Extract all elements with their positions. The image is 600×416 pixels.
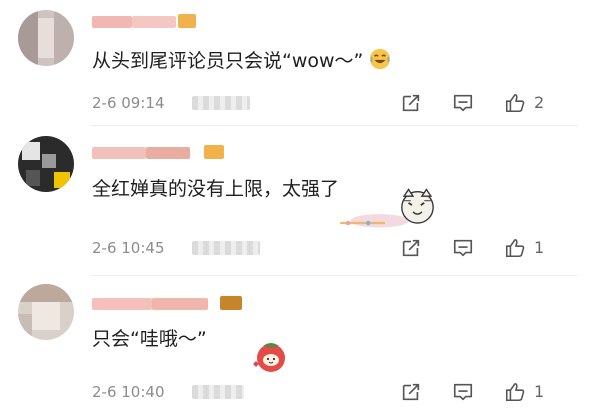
avatar[interactable] bbox=[18, 136, 74, 192]
username[interactable] bbox=[92, 145, 232, 161]
comment-icon bbox=[453, 239, 473, 257]
comment-text: 只会“哇哦～” bbox=[92, 326, 207, 352]
location-info bbox=[192, 96, 250, 110]
comment-item: 从头到尾评论员只会说“wow～” 2-6 09:14 2 bbox=[0, 0, 600, 125]
comment-text-content: 全红婵真的没有上限，太强了 bbox=[92, 178, 340, 200]
comment-meta: 2-6 09:14 2 bbox=[92, 92, 592, 114]
comment-icon bbox=[453, 383, 473, 401]
comment-button[interactable] bbox=[452, 92, 474, 114]
strawberry-sticker-icon bbox=[253, 343, 285, 372]
comment-icon bbox=[453, 94, 473, 112]
share-icon bbox=[402, 383, 420, 401]
comment-meta: 2-6 10:40 1 bbox=[92, 381, 592, 403]
comment-text-content: 只会“哇哦～” bbox=[92, 328, 207, 350]
comment-time: 2-6 09:14 bbox=[92, 94, 165, 112]
comment-text-content: 从头到尾评论员只会说“wow～” bbox=[92, 50, 364, 72]
cat-sticker-icon bbox=[340, 188, 434, 228]
comment-item: 全红婵真的没有上限，太强了 2-6 10:45 1 bbox=[0, 126, 600, 275]
comment-button[interactable] bbox=[452, 381, 474, 403]
avatar[interactable] bbox=[18, 284, 74, 340]
comment-text: 从头到尾评论员只会说“wow～” bbox=[92, 48, 391, 74]
comment-meta: 2-6 10:45 1 bbox=[92, 237, 592, 259]
share-button[interactable] bbox=[400, 92, 422, 114]
comment-item: 只会“哇哦～” 2-6 10:40 1 bbox=[0, 276, 600, 416]
location-info bbox=[192, 385, 244, 399]
laughing-tears-emoji-icon bbox=[370, 48, 391, 70]
share-icon bbox=[402, 94, 420, 112]
like-count: 2 bbox=[534, 93, 545, 112]
like-button[interactable]: 1 bbox=[504, 237, 564, 259]
thumbs-up-icon bbox=[505, 238, 525, 258]
like-button[interactable]: 2 bbox=[504, 92, 564, 114]
username[interactable] bbox=[92, 14, 232, 30]
username[interactable] bbox=[92, 296, 242, 312]
comment-text: 全红婵真的没有上限，太强了 bbox=[92, 176, 339, 202]
comment-list: 从头到尾评论员只会说“wow～” 2-6 09:14 2 全红婵真的没有上限，太… bbox=[0, 0, 600, 416]
share-button[interactable] bbox=[400, 237, 422, 259]
share-icon bbox=[402, 239, 420, 257]
comment-time: 2-6 10:40 bbox=[92, 383, 165, 401]
thumbs-up-icon bbox=[505, 93, 525, 113]
thumbs-up-icon bbox=[505, 382, 525, 402]
avatar[interactable] bbox=[18, 10, 74, 66]
location-info bbox=[192, 241, 260, 255]
like-count: 1 bbox=[534, 238, 545, 257]
comment-time: 2-6 10:45 bbox=[92, 239, 165, 257]
comment-button[interactable] bbox=[452, 237, 474, 259]
like-count: 1 bbox=[534, 382, 545, 401]
like-button[interactable]: 1 bbox=[504, 381, 564, 403]
share-button[interactable] bbox=[400, 381, 422, 403]
